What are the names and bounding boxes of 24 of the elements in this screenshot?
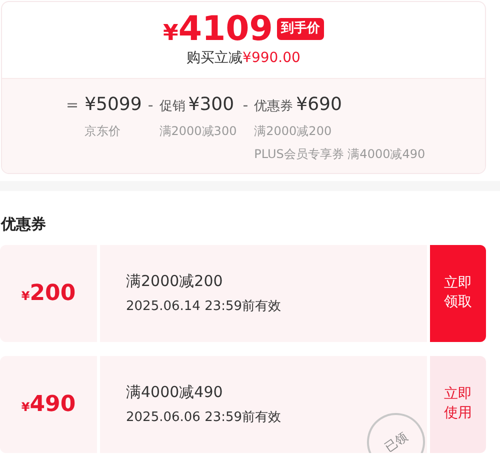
- coupon-validity: 2025.06.14 23:59前有效: [126, 298, 282, 316]
- coupon-condition: 满4000减490: [126, 382, 224, 403]
- final-price-tag: 到手价: [276, 18, 324, 40]
- operator-sign: -: [148, 95, 154, 116]
- final-price: ¥4109: [163, 12, 273, 46]
- operator-sign: =: [66, 95, 79, 116]
- section-title: 优惠券: [1, 214, 47, 235]
- price-item-label: 优惠券: [254, 98, 294, 116]
- coupon-value: ¥490: [21, 390, 76, 418]
- coupon-value: ¥200: [21, 280, 76, 308]
- price-item-amount: ¥300: [188, 93, 234, 117]
- price-item-note: PLUS会员专享券 满4000减490: [254, 146, 426, 163]
- price-item-amount: ¥5099: [84, 93, 142, 117]
- claim-coupon-button[interactable]: 立即 领取: [430, 244, 486, 342]
- coupon-validity: 2025.06.06 23:59前有效: [126, 408, 282, 426]
- price-item-note: 满2000减300: [159, 123, 237, 140]
- price-item-amount: ¥690: [296, 93, 342, 117]
- use-coupon-button[interactable]: 立即 使用: [430, 356, 486, 452]
- operator-sign: -: [242, 95, 248, 116]
- coupon-condition: 满2000减200: [126, 271, 224, 292]
- price-item-note: 京东价: [84, 123, 122, 140]
- price-item-note: 满2000减200: [254, 123, 333, 140]
- saving-text: 购买立减¥990.00: [186, 49, 300, 68]
- price-item-label: 促销: [159, 98, 186, 116]
